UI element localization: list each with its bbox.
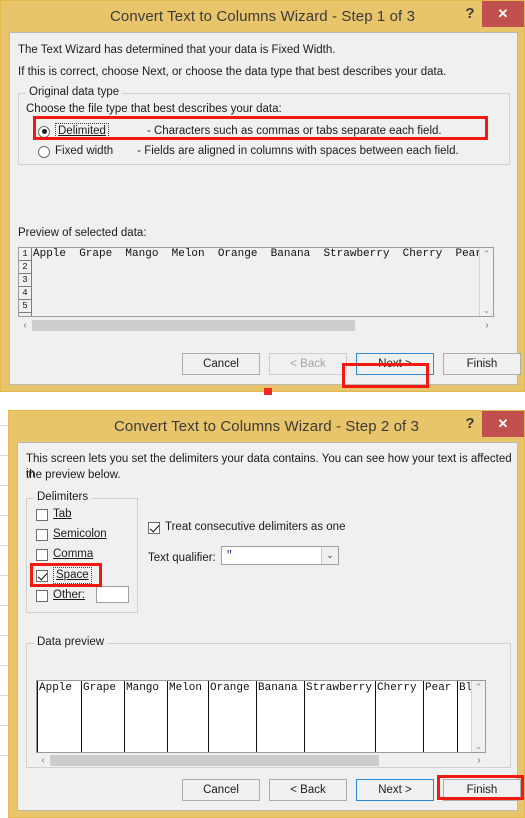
checkbox-space[interactable]: Space bbox=[36, 567, 92, 584]
scroll-down-icon[interactable]: ⌄ bbox=[483, 304, 491, 316]
data-preview-cell: Strawberry bbox=[305, 681, 376, 752]
data-preview-cell: Pear bbox=[424, 681, 458, 752]
checkbox-space-label-wrap: Space bbox=[53, 567, 92, 584]
close-icon[interactable]: ✕ bbox=[482, 1, 524, 27]
radio-delimited-label: Delimited bbox=[58, 125, 106, 137]
file-type-prompt: Choose the file type that best describes… bbox=[26, 103, 282, 115]
close-icon[interactable]: ✕ bbox=[482, 411, 524, 437]
next-button[interactable]: Next > bbox=[356, 353, 434, 375]
data-preview-vertical-scrollbar[interactable]: ⌃ ⌄ bbox=[471, 681, 485, 752]
checkbox-consecutive-label: Treat consecutive delimiters as one bbox=[165, 521, 346, 533]
checkbox-tab-indicator[interactable] bbox=[36, 508, 48, 521]
checkbox-space-indicator[interactable] bbox=[36, 569, 48, 582]
step1-title: Convert Text to Columns Wizard - Step 1 … bbox=[109, 7, 416, 25]
preview-label: Preview of selected data: bbox=[18, 227, 147, 239]
preview-data-line: Apple Grape Mango Melon Orange Banana St… bbox=[33, 248, 494, 260]
text-qualifier-label: Text qualifier: bbox=[148, 552, 216, 564]
preview-horizontal-scrollbar[interactable]: ‹ › bbox=[18, 319, 494, 332]
preview-pane[interactable]: 1 2 3 4 5 Apple Grape Mango Melon Orange… bbox=[18, 247, 494, 317]
data-preview-group-title: Data preview bbox=[34, 636, 108, 648]
checkbox-consecutive-indicator[interactable] bbox=[148, 521, 160, 534]
data-preview-horizontal-scrollbar[interactable]: ‹ › bbox=[36, 754, 486, 767]
checkbox-semicolon-label: Semicolon bbox=[53, 528, 107, 540]
checkbox-tab[interactable]: Tab bbox=[36, 507, 72, 522]
checkbox-comma-indicator[interactable] bbox=[36, 548, 48, 561]
data-preview-cell: Apple bbox=[37, 681, 82, 752]
radio-fixed-width[interactable]: Fixed width - Fields are aligned in colu… bbox=[38, 144, 459, 159]
other-delimiter-input[interactable] bbox=[96, 586, 129, 603]
step1-titlebar: Convert Text to Columns Wizard - Step 1 … bbox=[1, 1, 524, 31]
next-button[interactable]: Next > bbox=[356, 779, 434, 801]
help-icon[interactable]: ? bbox=[460, 3, 480, 25]
preview-row-number: 1 bbox=[19, 248, 31, 261]
preview-row-gutter: 1 2 3 4 5 bbox=[19, 248, 32, 316]
checkbox-other-indicator[interactable] bbox=[36, 589, 48, 602]
checkbox-semicolon[interactable]: Semicolon bbox=[36, 527, 107, 542]
cancel-button[interactable]: Cancel bbox=[182, 353, 260, 375]
hscroll-track[interactable] bbox=[50, 755, 472, 766]
cancel-button[interactable]: Cancel bbox=[182, 779, 260, 801]
step1-intro-line-2: If this is correct, choose Next, or choo… bbox=[18, 66, 447, 78]
radio-delimited[interactable]: Delimited - Characters such as commas or… bbox=[38, 123, 442, 140]
checkbox-comma-label: Comma bbox=[53, 548, 94, 560]
hscroll-thumb[interactable] bbox=[32, 320, 355, 331]
scroll-up-icon[interactable]: ⌃ bbox=[483, 248, 491, 260]
step2-titlebar: Convert Text to Columns Wizard - Step 2 … bbox=[9, 411, 524, 441]
back-button: < Back bbox=[269, 353, 347, 375]
data-preview-cell: Orange bbox=[209, 681, 257, 752]
data-preview-cell: Melon bbox=[168, 681, 209, 752]
checkbox-other[interactable]: Other: bbox=[36, 588, 85, 603]
radio-fixed-width-label: Fixed width bbox=[55, 145, 114, 157]
scroll-down-icon[interactable]: ⌄ bbox=[475, 740, 483, 752]
checkbox-space-label: Space bbox=[56, 569, 89, 581]
scroll-left-icon[interactable]: ‹ bbox=[18, 320, 32, 331]
hscroll-track[interactable] bbox=[32, 320, 480, 331]
preview-row-number: 4 bbox=[19, 287, 31, 300]
hscroll-thumb[interactable] bbox=[50, 755, 380, 766]
data-preview-cell: Grape bbox=[82, 681, 125, 752]
scroll-up-icon[interactable]: ⌃ bbox=[475, 681, 483, 693]
scroll-right-icon[interactable]: › bbox=[472, 755, 486, 766]
radio-delimited-indicator[interactable] bbox=[38, 125, 50, 138]
finish-button[interactable]: Finish bbox=[443, 779, 521, 801]
radio-fixed-width-indicator[interactable] bbox=[38, 145, 50, 158]
checkbox-consecutive-delimiters[interactable]: Treat consecutive delimiters as one bbox=[148, 520, 345, 535]
step1-intro-line-1: The Text Wizard has determined that your… bbox=[18, 44, 336, 56]
checkbox-tab-label: Tab bbox=[53, 508, 72, 520]
back-button[interactable]: < Back bbox=[269, 779, 347, 801]
step2-body: This screen lets you set the delimiters … bbox=[17, 442, 521, 811]
step1-body: The Text Wizard has determined that your… bbox=[9, 32, 521, 385]
data-preview-cell: Mango bbox=[125, 681, 168, 752]
help-icon[interactable]: ? bbox=[460, 413, 480, 435]
finish-button[interactable]: Finish bbox=[443, 353, 521, 375]
step1-dialog: Convert Text to Columns Wizard - Step 1 … bbox=[0, 0, 525, 392]
checkbox-other-label: Other: bbox=[53, 589, 85, 601]
checkbox-semicolon-indicator[interactable] bbox=[36, 528, 48, 541]
data-preview-columns: Apple Grape Mango Melon Orange Banana St… bbox=[37, 681, 485, 752]
checkbox-comma[interactable]: Comma bbox=[36, 547, 93, 562]
preview-row-number: 2 bbox=[19, 261, 31, 274]
text-qualifier-value: " bbox=[226, 549, 233, 562]
step2-title: Convert Text to Columns Wizard - Step 2 … bbox=[113, 417, 420, 435]
original-data-type-group-title: Original data type bbox=[26, 86, 123, 98]
preview-row-number: 5 bbox=[19, 300, 31, 313]
step2-dialog: Convert Text to Columns Wizard - Step 2 … bbox=[8, 410, 525, 818]
text-qualifier-select[interactable]: " ⌄ bbox=[221, 546, 339, 565]
data-preview-table[interactable]: Apple Grape Mango Melon Orange Banana St… bbox=[36, 680, 486, 753]
data-preview-cell: Cherry bbox=[376, 681, 424, 752]
radio-fixed-width-description: - Fields are aligned in columns with spa… bbox=[137, 145, 459, 157]
chevron-down-icon[interactable]: ⌄ bbox=[321, 547, 338, 564]
scroll-right-icon[interactable]: › bbox=[480, 320, 494, 331]
radio-delimited-label-wrap: Delimited bbox=[55, 123, 109, 140]
step2-intro-line-2: the preview below. bbox=[26, 469, 121, 481]
scroll-left-icon[interactable]: ‹ bbox=[36, 755, 50, 766]
data-preview-cell: Banana bbox=[257, 681, 305, 752]
radio-delimited-description: - Characters such as commas or tabs sepa… bbox=[146, 125, 442, 137]
preview-vertical-scrollbar[interactable]: ⌃ ⌄ bbox=[479, 248, 493, 316]
delimiters-group-title: Delimiters bbox=[34, 491, 92, 503]
preview-row-number: 3 bbox=[19, 274, 31, 287]
